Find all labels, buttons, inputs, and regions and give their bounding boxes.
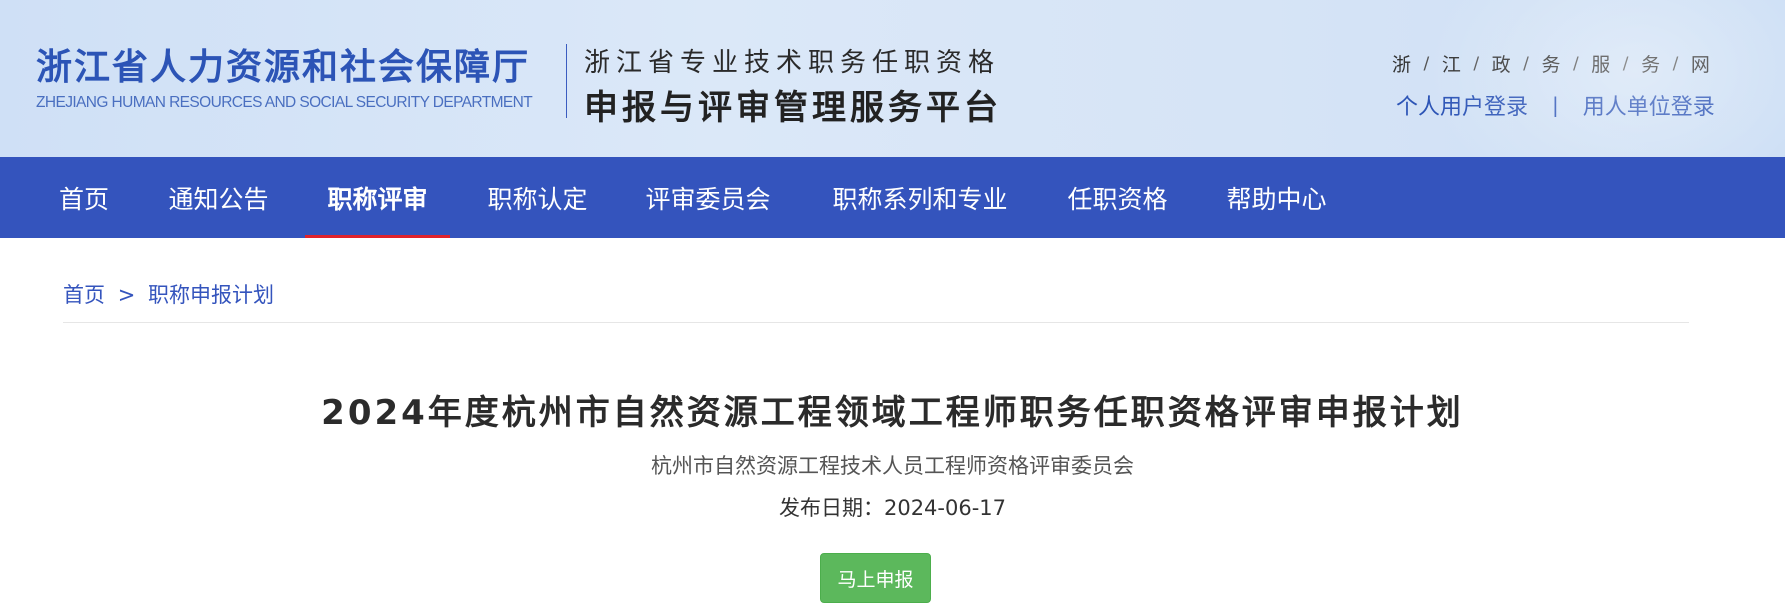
nav-item-title-recognition[interactable]: 职称认定 <box>475 157 600 238</box>
department-name-en: ZHEJIANG HUMAN RESOURCES AND SOCIAL SECU… <box>36 94 533 111</box>
breadcrumb-separator: > <box>117 283 136 307</box>
personal-login-link[interactable]: 个人用户登录 <box>1396 89 1528 121</box>
apply-now-button[interactable]: 马上申报 <box>820 553 931 603</box>
login-links: 个人用户登录 | 用人单位登录 <box>1396 89 1715 121</box>
gov-link-char: 江 <box>1441 54 1461 76</box>
login-separator: | <box>1552 93 1559 117</box>
nav-item-help-center[interactable]: 帮助中心 <box>1214 157 1339 238</box>
breadcrumb: 首页 > 职称申报计划 <box>63 279 274 309</box>
department-name-cn[interactable]: 浙江省人力资源和社会保障厅 <box>36 38 530 90</box>
gov-link-sep: / <box>1572 53 1579 74</box>
gov-link-sep: / <box>1423 53 1430 74</box>
gov-link-char: 浙 <box>1392 54 1412 76</box>
breadcrumb-home[interactable]: 首页 <box>63 283 105 307</box>
gov-service-link[interactable]: 浙 / 江 / 政 / 务 / 服 / 务 / 网 <box>1392 50 1710 77</box>
header-divider <box>566 44 567 118</box>
nav-item-title-series[interactable]: 职称系列和专业 <box>817 157 1023 238</box>
nav-item-review-committee[interactable]: 评审委员会 <box>632 157 784 238</box>
gov-link-char: 网 <box>1690 54 1710 76</box>
main-nav: 首页 通知公告 职称评审 职称认定 评审委员会 职称系列和专业 任职资格 帮助中… <box>0 157 1785 238</box>
gov-link-sep: / <box>1473 53 1480 74</box>
nav-item-qualifications[interactable]: 任职资格 <box>1055 157 1180 238</box>
platform-title: 申报与评审管理服务平台 <box>584 88 1002 128</box>
breadcrumb-divider <box>63 322 1689 323</box>
nav-item-home[interactable]: 首页 <box>45 157 123 238</box>
gov-link-char: 务 <box>1541 54 1561 76</box>
platform-subtitle: 浙江省专业技术职务任职资格 <box>584 48 1001 78</box>
gov-link-sep: / <box>1523 53 1529 74</box>
article-publisher: 杭州市自然资源工程技术人员工程师资格评审委员会 <box>651 454 1134 478</box>
nav-item-title-review[interactable]: 职称评审 <box>305 157 450 238</box>
publish-date: 发布日期：2024-06-17 <box>778 496 1007 520</box>
breadcrumb-current[interactable]: 职称申报计划 <box>148 283 274 307</box>
site-header: 浙江省人力资源和社会保障厅 ZHEJIANG HUMAN RESOURCES A… <box>0 0 1785 157</box>
gov-link-sep: / <box>1672 53 1679 74</box>
gov-link-char: 服 <box>1591 54 1611 76</box>
gov-link-char: 政 <box>1491 54 1511 76</box>
gov-link-char: 务 <box>1641 54 1661 76</box>
nav-item-notices[interactable]: 通知公告 <box>156 157 281 238</box>
article-title: 2024年度杭州市自然资源工程领域工程师职务任职资格评审申报计划 <box>321 393 1464 433</box>
employer-login-link[interactable]: 用人单位登录 <box>1583 89 1715 121</box>
gov-link-sep: / <box>1622 53 1629 74</box>
